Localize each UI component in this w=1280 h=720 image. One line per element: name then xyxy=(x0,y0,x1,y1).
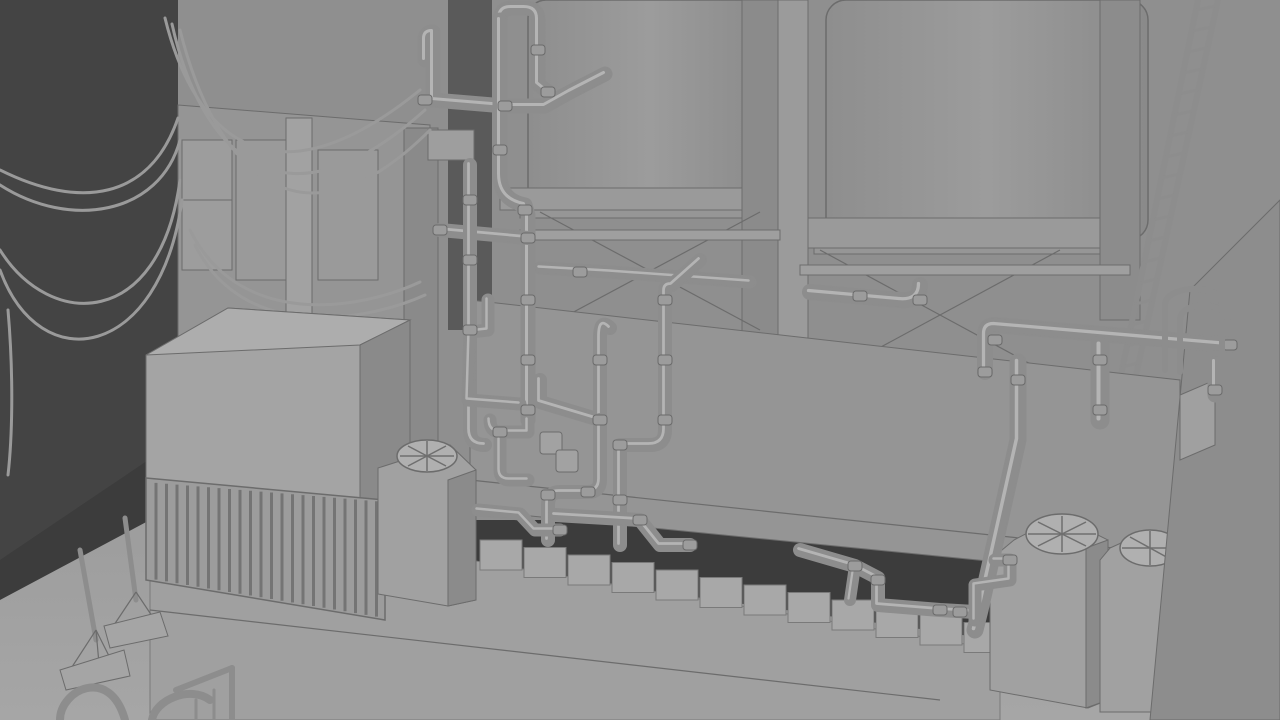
pipe-flange xyxy=(657,354,673,366)
pipe-flange xyxy=(1222,339,1238,351)
render-scene xyxy=(0,0,1280,720)
pipe-flange xyxy=(977,366,993,378)
pipe-flange xyxy=(432,224,448,236)
curb-block xyxy=(479,539,523,571)
pipe-flange xyxy=(462,194,478,206)
pipe-flange xyxy=(912,294,928,306)
pipe-flange xyxy=(520,404,536,416)
pipe-flange xyxy=(492,144,508,156)
pipe-flange xyxy=(987,334,1003,346)
pipe-flange xyxy=(1002,554,1018,566)
water-tank-right xyxy=(813,0,1149,255)
pipe-flange xyxy=(520,354,536,366)
pipe-flange xyxy=(552,524,568,536)
curb-block xyxy=(611,562,655,593)
render-viewport xyxy=(0,0,1280,720)
pipe-flange xyxy=(417,94,433,106)
pipe-flange xyxy=(870,574,886,586)
pipe-flange xyxy=(492,426,508,438)
pipe-flange xyxy=(1092,354,1108,366)
pipe-flange xyxy=(632,514,648,526)
pipe-flange xyxy=(520,232,536,244)
pipe-flange xyxy=(530,44,546,56)
pipe-flange xyxy=(517,204,533,216)
pipe-flange xyxy=(612,494,628,506)
pipe-flange xyxy=(682,539,698,551)
curb-block xyxy=(743,584,787,616)
exhaust-fan-unit-left xyxy=(377,439,477,607)
pipe-flange xyxy=(1092,404,1108,416)
pipe-flange xyxy=(657,294,673,306)
pipe-flange xyxy=(462,324,478,336)
pipe-flange xyxy=(612,439,628,451)
curb-block xyxy=(919,614,963,646)
pipe-flange xyxy=(497,100,513,112)
pipe-flange xyxy=(462,254,478,266)
fan-icon xyxy=(1025,513,1099,555)
pipe-flange xyxy=(932,604,948,616)
valve-box xyxy=(555,449,579,473)
pipe-flange xyxy=(540,86,556,98)
fan-icon xyxy=(396,439,458,473)
pipe-flange xyxy=(657,414,673,426)
pipe-flange xyxy=(592,354,608,366)
pipe-flange xyxy=(1010,374,1026,386)
pipe-flange xyxy=(952,606,968,618)
pipe-flange xyxy=(520,294,536,306)
pipe-flange xyxy=(592,414,608,426)
pipe-flange xyxy=(572,266,588,278)
curb-block xyxy=(567,554,611,586)
curb-block xyxy=(787,592,831,623)
pipe-flange xyxy=(1207,384,1223,396)
curb-block xyxy=(655,569,699,601)
pipe-flange xyxy=(847,560,863,572)
pipe-flange xyxy=(540,489,556,501)
curb-block xyxy=(523,547,567,578)
curb-block xyxy=(699,577,743,608)
pipe-flange xyxy=(852,290,868,302)
pipe-flange xyxy=(580,486,596,498)
